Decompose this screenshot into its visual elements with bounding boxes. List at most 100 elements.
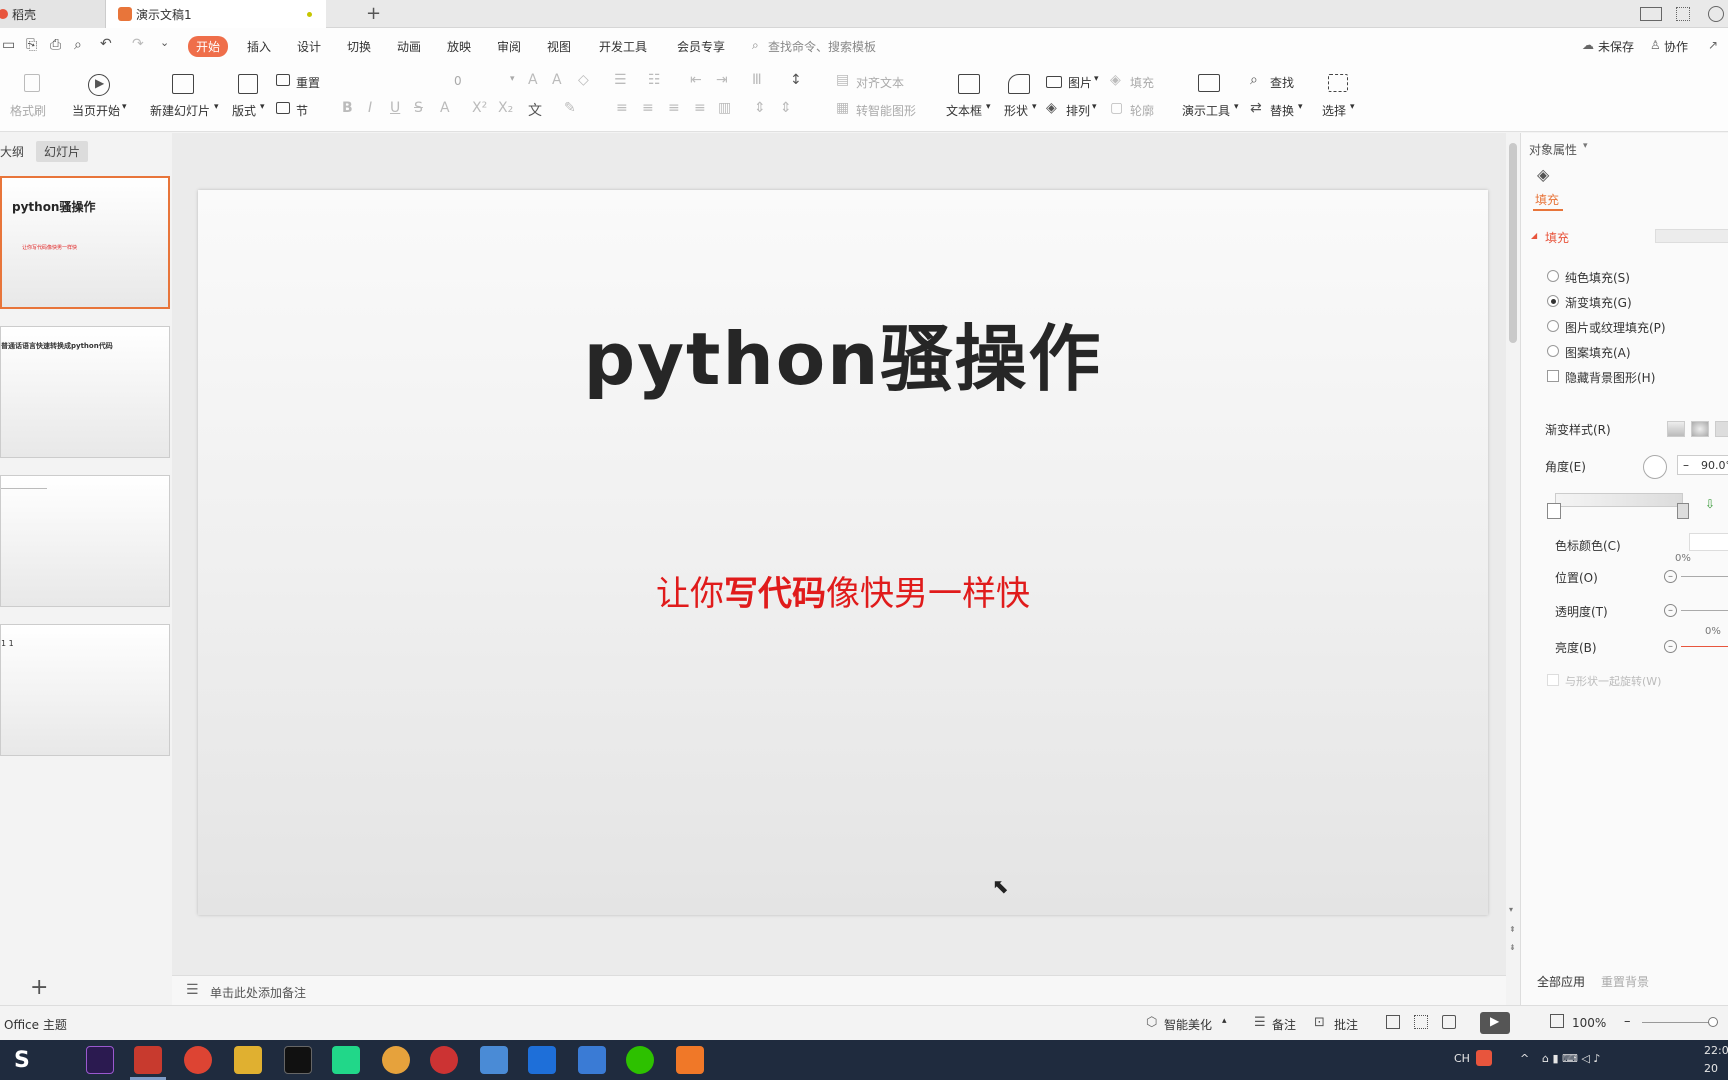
comments-button[interactable]: 批注: [1334, 1016, 1358, 1033]
photoshop-icon[interactable]: [86, 1046, 114, 1074]
normal-view-icon[interactable]: [1386, 1015, 1400, 1029]
strikethrough-icon[interactable]: S: [414, 100, 423, 116]
chrome-icon[interactable]: [184, 1046, 212, 1074]
align-left-icon[interactable]: ≡: [616, 100, 628, 116]
app-icon[interactable]: [430, 1046, 458, 1074]
superscript-icon[interactable]: X²: [472, 100, 487, 116]
format-painter-button[interactable]: 格式刷: [10, 102, 46, 119]
tab-devtools[interactable]: 开发工具: [599, 38, 647, 55]
reading-view-icon[interactable]: [1442, 1015, 1456, 1029]
collab-button[interactable]: 协作: [1664, 38, 1688, 55]
tab-presentation1[interactable]: 演示文稿1: [106, 0, 326, 28]
solid-fill-label[interactable]: 纯色填充(S): [1565, 269, 1630, 286]
stop-color-picker[interactable]: [1689, 533, 1728, 551]
pycharm-icon[interactable]: [332, 1046, 360, 1074]
hide-bg-label[interactable]: 隐藏背景图形(H): [1565, 369, 1655, 386]
textbox-icon[interactable]: [958, 74, 980, 94]
undo-icon[interactable]: ↶: [100, 36, 112, 52]
select-button[interactable]: 选择: [1322, 102, 1346, 119]
layout-button[interactable]: 版式: [232, 102, 256, 119]
presentation-tools-icon[interactable]: [1198, 74, 1220, 92]
radio-pattern-fill[interactable]: [1547, 345, 1559, 357]
chevron-down-icon[interactable]: ▾: [122, 102, 127, 112]
chevron-down-icon[interactable]: ▾: [1298, 102, 1303, 112]
angle-dial[interactable]: [1643, 455, 1667, 479]
select-icon[interactable]: [1328, 74, 1348, 92]
gradient-style-swatch[interactable]: [1715, 421, 1728, 437]
bullets-icon[interactable]: ☰: [614, 72, 627, 88]
reset-button[interactable]: 重置: [296, 74, 320, 91]
ime-indicator[interactable]: CH: [1454, 1052, 1470, 1065]
export-icon[interactable]: ⎘: [26, 37, 37, 53]
line-spacing-icon[interactable]: ↕: [790, 72, 802, 88]
tab-outline[interactable]: 大纲: [0, 143, 24, 160]
chrome-icon[interactable]: [382, 1046, 410, 1074]
slide-thumbnail[interactable]: 普通话语言快速转换成python代码: [0, 326, 170, 458]
new-slide-button[interactable]: 新建幻灯片: [150, 102, 210, 119]
slide-thumbnail[interactable]: [0, 475, 170, 607]
tab-insert[interactable]: 插入: [247, 38, 271, 55]
shrink-font-icon[interactable]: A: [552, 72, 562, 88]
terminal-icon[interactable]: [284, 1046, 312, 1074]
chevron-down-icon[interactable]: ▾: [1092, 102, 1097, 112]
app-icon[interactable]: [676, 1046, 704, 1074]
fill-bucket-icon[interactable]: ◈: [1537, 165, 1549, 184]
radio-gradient-fill[interactable]: [1547, 295, 1559, 307]
notes-pane[interactable]: ☰ 单击此处添加备注: [172, 975, 1506, 1005]
font-color-icon[interactable]: A: [440, 100, 450, 116]
tab-docer[interactable]: 稻壳: [0, 0, 106, 28]
tab-start[interactable]: 开始: [188, 36, 229, 57]
numbering-icon[interactable]: ☷: [648, 72, 661, 88]
distribute-icon[interactable]: ▥: [718, 100, 731, 116]
gradient-stop-left[interactable]: [1547, 503, 1561, 519]
radio-solid-fill[interactable]: [1547, 270, 1559, 282]
convert-smartart-button[interactable]: 转智能图形: [856, 102, 916, 119]
align-text-icon[interactable]: ▤: [836, 72, 849, 88]
tab-slides[interactable]: 幻灯片: [36, 141, 89, 162]
save-icon[interactable]: ▭: [2, 37, 15, 53]
smartart-icon[interactable]: ▦: [836, 100, 849, 116]
chevron-up-icon[interactable]: ▴: [1222, 1016, 1227, 1026]
chevron-down-icon[interactable]: ▾: [1234, 102, 1239, 112]
gradient-bar[interactable]: [1555, 493, 1683, 507]
columns-icon[interactable]: ⇕: [780, 100, 792, 116]
align-right-icon[interactable]: ≡: [668, 100, 680, 116]
chevron-down-icon[interactable]: ▾: [214, 102, 219, 112]
add-stop-icon[interactable]: ⇩: [1705, 497, 1715, 511]
bold-icon[interactable]: B: [342, 100, 353, 116]
new-tab-button[interactable]: +: [366, 3, 381, 24]
position-minus-button[interactable]: –: [1664, 570, 1677, 583]
arrange-button[interactable]: 排列: [1066, 102, 1090, 119]
italic-icon[interactable]: I: [368, 100, 372, 116]
scrollbar-thumb[interactable]: [1509, 143, 1517, 343]
chevron-up-icon[interactable]: ^: [1520, 1052, 1529, 1065]
zoom-level[interactable]: 100%: [1572, 1016, 1606, 1030]
tab-animation[interactable]: 动画: [397, 38, 421, 55]
pattern-fill-label[interactable]: 图案填充(A): [1565, 344, 1631, 361]
start-icon[interactable]: S: [14, 1048, 30, 1073]
share-icon[interactable]: ↗: [1708, 38, 1718, 52]
tab-member[interactable]: 会员专享: [677, 38, 725, 55]
app-icon[interactable]: [528, 1046, 556, 1074]
tab-view[interactable]: 视图: [547, 38, 571, 55]
wps-icon[interactable]: [134, 1046, 162, 1074]
angle-value[interactable]: 90.0°: [1701, 459, 1728, 472]
beautify-button[interactable]: 智能美化: [1164, 1016, 1212, 1033]
reset-icon[interactable]: [276, 74, 290, 86]
wechat-icon[interactable]: [626, 1046, 654, 1074]
tab-transition[interactable]: 切换: [347, 38, 371, 55]
textbox-button[interactable]: 文本框: [946, 102, 982, 119]
shape-icon[interactable]: [1008, 74, 1030, 94]
collapse-icon[interactable]: ◢: [1531, 231, 1537, 240]
shape-button[interactable]: 形状: [1004, 102, 1028, 119]
slide-title[interactable]: python骚操作: [198, 300, 1488, 405]
underline-icon[interactable]: U: [390, 100, 400, 116]
tab-fill[interactable]: 填充: [1535, 191, 1559, 208]
reset-background-button[interactable]: 重置背景: [1601, 973, 1649, 990]
play-from-current-button[interactable]: 当页开始: [72, 102, 120, 119]
text-direction-icon[interactable]: Ⅲ: [752, 72, 762, 88]
fit-window-icon[interactable]: [1550, 1014, 1564, 1028]
window-layout-icon[interactable]: [1640, 7, 1662, 21]
notes-toggle-button[interactable]: 备注: [1272, 1016, 1296, 1033]
tab-slideshow[interactable]: 放映: [447, 38, 471, 55]
